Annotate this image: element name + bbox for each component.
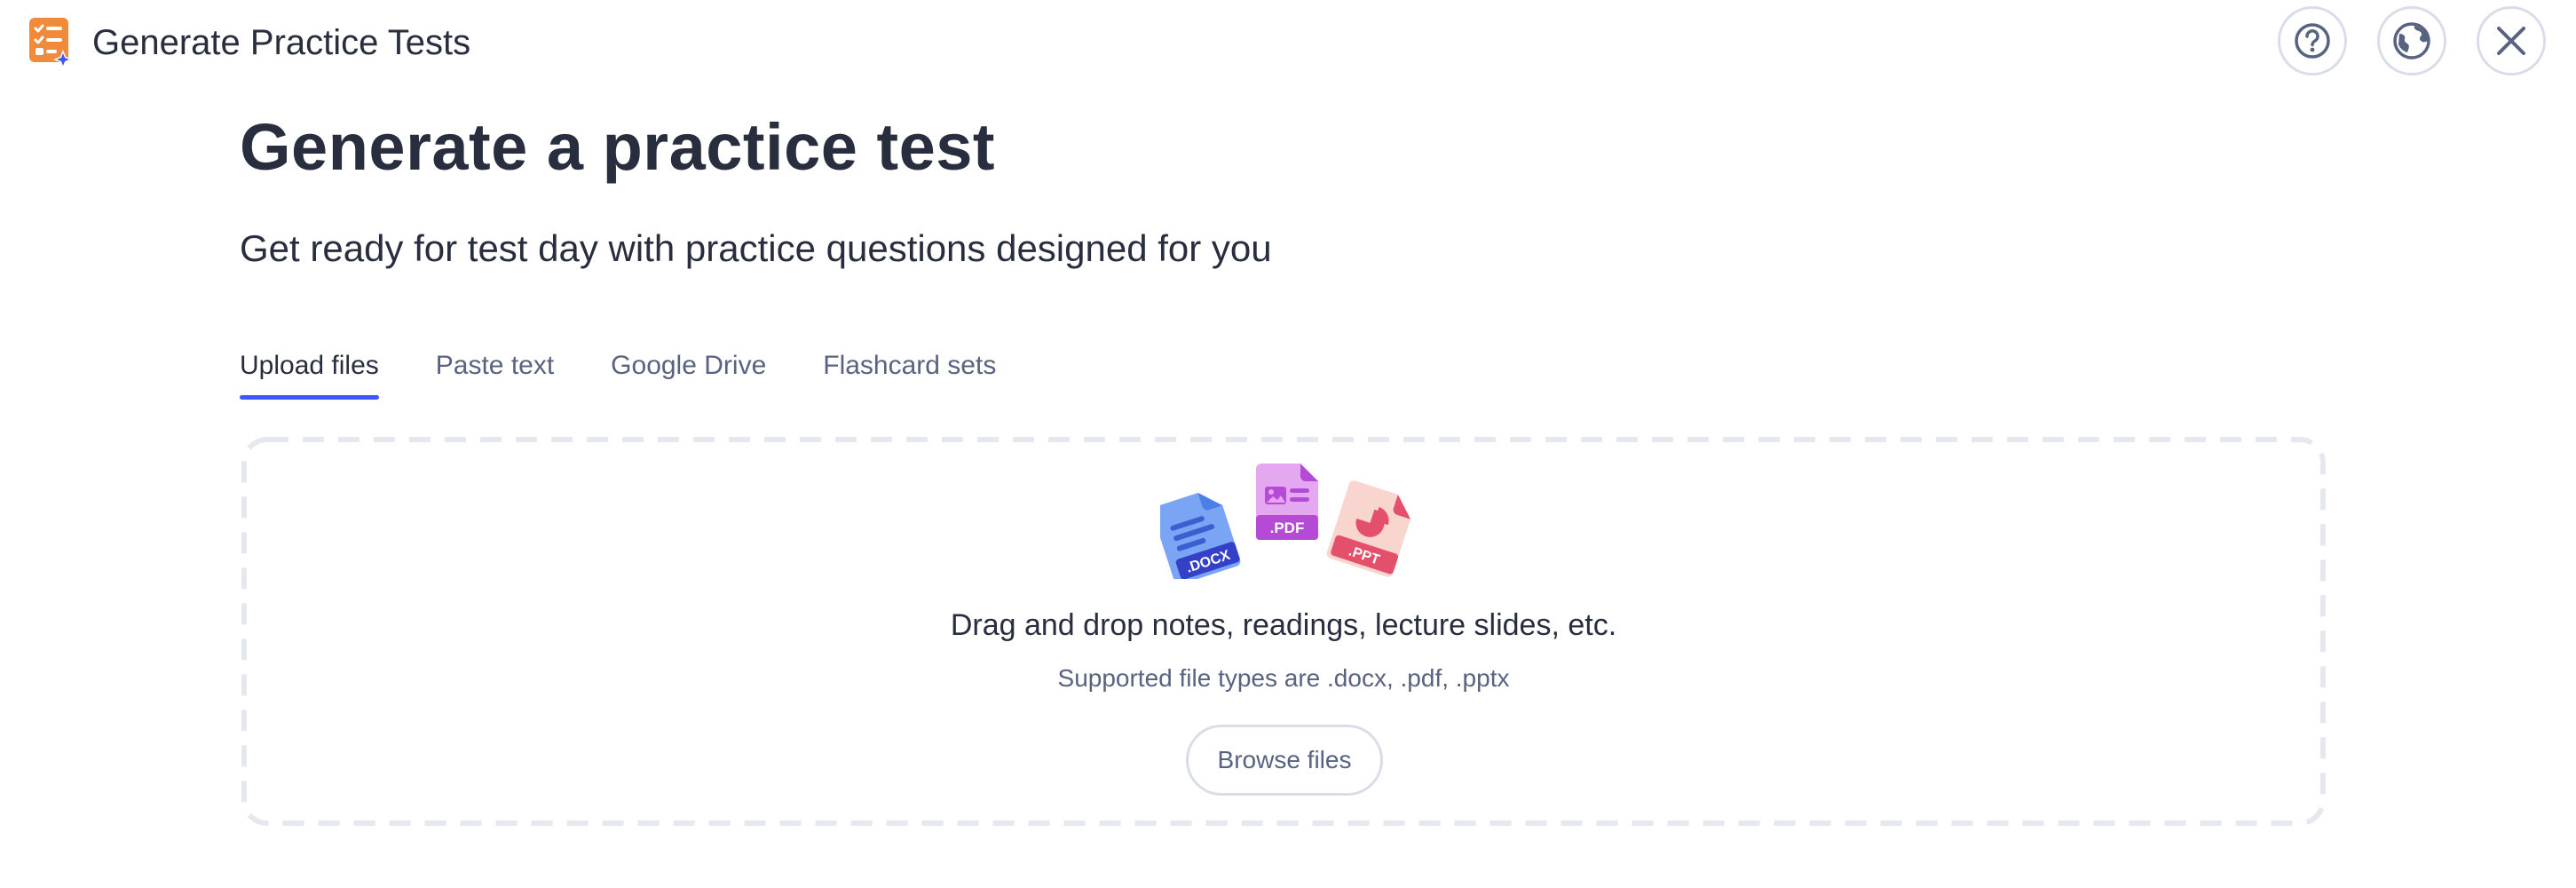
page-title: Generate a practice test — [240, 110, 996, 184]
tab-google-drive[interactable]: Google Drive — [611, 346, 766, 400]
practice-test-page: Generate Practice Tests Generate a pract… — [0, 0, 2576, 888]
tab-upload-files[interactable]: Upload files — [240, 346, 379, 400]
browse-files-button[interactable]: Browse files — [1186, 725, 1383, 796]
close-button[interactable] — [2477, 6, 2546, 75]
language-button[interactable] — [2377, 6, 2446, 75]
docx-file-icon: .DOCX — [1160, 493, 1241, 579]
tab-flashcard-sets[interactable]: Flashcard sets — [823, 346, 996, 400]
drop-zone-title: Drag and drop notes, readings, lecture s… — [950, 608, 1617, 642]
page-subtitle: Get ready for test day with practice que… — [240, 227, 1272, 269]
pdf-label: .PDF — [1270, 519, 1305, 536]
pdf-file-icon: .PDF — [1256, 464, 1318, 540]
source-tabs: Upload files Paste text Google Drive Fla… — [240, 346, 1053, 400]
file-types-illustration: .DOCX .PDF .PPT — [1160, 464, 1411, 579]
file-drop-zone[interactable]: .DOCX .PDF .PPT Drag and drop notes, rea… — [241, 437, 2326, 826]
app-title: Generate Practice Tests — [92, 23, 471, 62]
help-button[interactable] — [2278, 6, 2347, 75]
ppt-file-icon: .PPT — [1326, 480, 1411, 577]
tab-paste-text[interactable]: Paste text — [436, 346, 554, 400]
checklist-sparkle-icon — [29, 18, 72, 67]
globe-icon — [2393, 22, 2430, 59]
supported-file-types: Supported file types are .docx, .pdf, .p… — [1057, 664, 1510, 692]
close-icon — [2497, 27, 2525, 55]
question-circle-icon — [2295, 23, 2330, 59]
